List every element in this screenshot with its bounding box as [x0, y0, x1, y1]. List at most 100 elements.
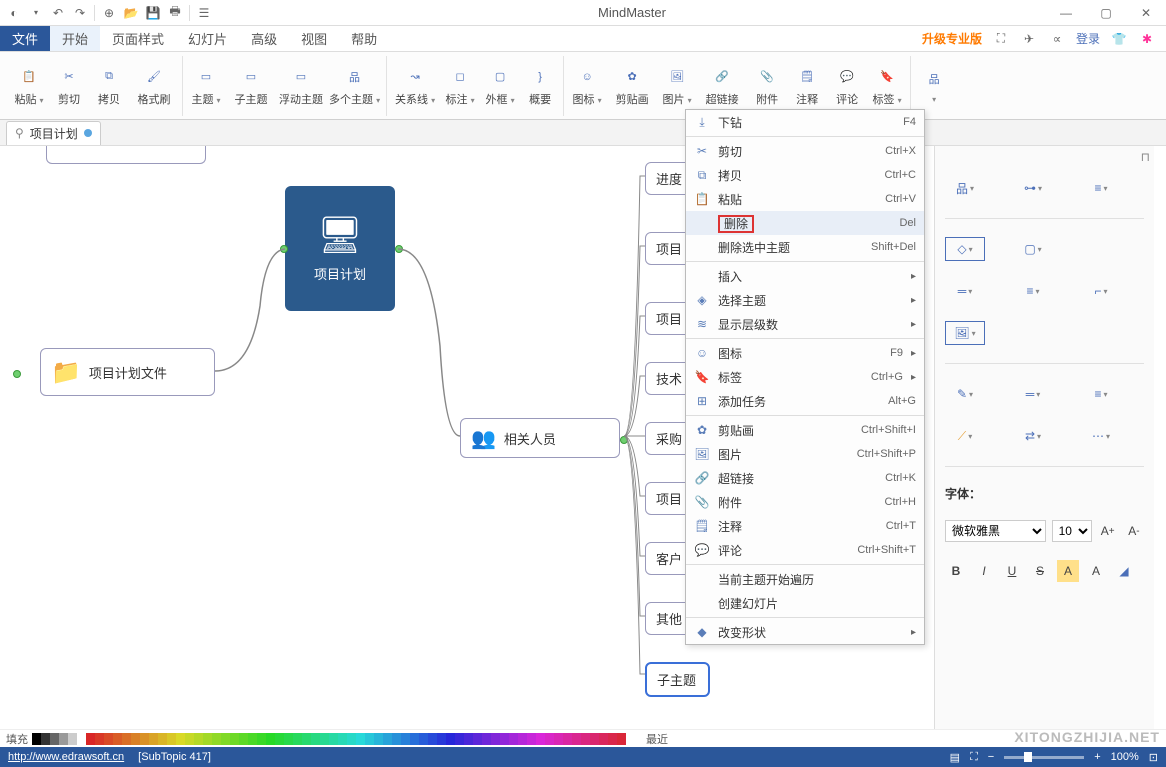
swatch[interactable]: [86, 733, 95, 745]
ctx-剪贴画[interactable]: ✿剪贴画Ctrl+Shift+I: [686, 418, 924, 442]
ribbon-标注[interactable]: ◻标注 ▾: [443, 65, 477, 107]
swatch[interactable]: [482, 733, 491, 745]
fill-color-button[interactable]: ◢: [1113, 560, 1135, 582]
layout-icon[interactable]: 品▾: [945, 176, 985, 200]
ribbon-图片[interactable]: 🖼图片 ▾: [660, 65, 694, 107]
swatch[interactable]: [122, 733, 131, 745]
ribbon-附件[interactable]: 📎附件: [750, 65, 784, 107]
ctx-选择主题[interactable]: ◈选择主题▸: [686, 288, 924, 312]
connector-dot[interactable]: [13, 370, 21, 378]
swatch[interactable]: [563, 733, 572, 745]
swatch[interactable]: [194, 733, 203, 745]
shape-icon[interactable]: ◇▾: [945, 237, 985, 261]
node-subtopic-selected[interactable]: 子主题: [645, 662, 710, 697]
ctx-粘贴[interactable]: 📋粘贴Ctrl+V: [686, 187, 924, 211]
undo-icon[interactable]: ↶: [48, 3, 68, 23]
zoom-slider[interactable]: [1004, 756, 1084, 759]
swatch[interactable]: [338, 733, 347, 745]
ribbon-拷贝[interactable]: ⧉拷贝: [92, 65, 126, 107]
tab-start[interactable]: 开始: [50, 26, 100, 51]
fullscreen-icon[interactable]: ⛶: [970, 751, 978, 764]
ctx-下钻[interactable]: ⤓下钻F4: [686, 110, 924, 134]
swatch[interactable]: [32, 733, 41, 745]
ctx-超链接[interactable]: 🔗超链接Ctrl+K: [686, 466, 924, 490]
swatch[interactable]: [374, 733, 383, 745]
qat-dd-icon[interactable]: ▾: [26, 3, 46, 23]
swatch[interactable]: [356, 733, 365, 745]
swatch[interactable]: [599, 733, 608, 745]
swatch[interactable]: [248, 733, 257, 745]
ribbon-剪贴画[interactable]: ✿剪贴画: [610, 65, 654, 107]
swatch[interactable]: [473, 733, 482, 745]
increase-font-button[interactable]: A+: [1098, 520, 1118, 542]
corner-icon[interactable]: ⌐▾: [1081, 279, 1121, 303]
swatch[interactable]: [221, 733, 230, 745]
ctx-附件[interactable]: 📎附件Ctrl+H: [686, 490, 924, 514]
ribbon-子主题[interactable]: ▭子主题: [229, 65, 273, 107]
font-family-select[interactable]: 微软雅黑: [945, 520, 1046, 542]
swatch[interactable]: [554, 733, 563, 745]
swatch[interactable]: [77, 733, 86, 745]
swatch[interactable]: [500, 733, 509, 745]
swatch[interactable]: [464, 733, 473, 745]
swatch[interactable]: [266, 733, 275, 745]
ribbon-超链接[interactable]: 🔗超链接: [700, 65, 744, 107]
doc-tab[interactable]: ⚲ 项目计划: [6, 121, 101, 145]
swatch[interactable]: [608, 733, 617, 745]
strike-button[interactable]: S: [1029, 560, 1051, 582]
swatch[interactable]: [392, 733, 401, 745]
ribbon-评论[interactable]: 💬评论: [830, 65, 864, 107]
curve-icon[interactable]: ⟋▾: [945, 424, 985, 448]
ribbon-标签[interactable]: 🔖标签 ▾: [870, 65, 904, 107]
globe-icon[interactable]: ◐: [4, 3, 24, 23]
ribbon-关系线[interactable]: ↝关系线 ▾: [393, 65, 437, 107]
swatch[interactable]: [410, 733, 419, 745]
border-weight-icon[interactable]: ≡▾: [1013, 279, 1053, 303]
swatch[interactable]: [239, 733, 248, 745]
node-main[interactable]: 🖥 项目计划: [285, 186, 395, 311]
node-partial-top[interactable]: [46, 146, 206, 164]
ctx-图片[interactable]: 🖼图片Ctrl+Shift+P: [686, 442, 924, 466]
ribbon-概要[interactable]: }概要: [523, 65, 557, 107]
swatch[interactable]: [59, 733, 68, 745]
swatch[interactable]: [509, 733, 518, 745]
fit-icon[interactable]: ⊡: [1149, 751, 1158, 764]
border-line-icon[interactable]: ═▾: [945, 279, 985, 303]
font-size-select[interactable]: 10: [1052, 520, 1092, 542]
swatch[interactable]: [329, 733, 338, 745]
swatch[interactable]: [212, 733, 221, 745]
zoom-in-button[interactable]: +: [1094, 751, 1100, 763]
swatch[interactable]: [176, 733, 185, 745]
swatch[interactable]: [419, 733, 428, 745]
connector-dot[interactable]: [280, 245, 288, 253]
swatch[interactable]: [383, 733, 392, 745]
ctx-删除选中主题[interactable]: 删除选中主题Shift+Del: [686, 235, 924, 259]
swatch[interactable]: [401, 733, 410, 745]
line-weight-icon[interactable]: ≡▾: [1081, 382, 1121, 406]
swatch[interactable]: [41, 733, 50, 745]
node-root[interactable]: 📁 项目计划文件: [40, 348, 215, 396]
ribbon-注释[interactable]: 🗒注释: [790, 65, 824, 107]
swatch[interactable]: [50, 733, 59, 745]
save-icon[interactable]: 💾: [143, 3, 163, 23]
ctx-显示层级数[interactable]: ≋显示层级数▸: [686, 312, 924, 336]
swatch[interactable]: [527, 733, 536, 745]
swatch[interactable]: [581, 733, 590, 745]
login-link[interactable]: 登录: [1076, 30, 1100, 47]
ribbon-多个主题[interactable]: 品多个主题 ▾: [329, 65, 380, 107]
send-icon[interactable]: ✈: [1020, 30, 1038, 48]
swatch[interactable]: [113, 733, 122, 745]
ctx-当前主题开始遍历[interactable]: 当前主题开始遍历: [686, 567, 924, 591]
swatch[interactable]: [185, 733, 194, 745]
connector-dot[interactable]: [395, 245, 403, 253]
ctx-改变形状[interactable]: ◆改变形状▸: [686, 620, 924, 644]
close-button[interactable]: ✕: [1126, 0, 1166, 26]
swatch[interactable]: [590, 733, 599, 745]
swatch[interactable]: [140, 733, 149, 745]
tab-slides[interactable]: 幻灯片: [176, 26, 239, 51]
ctx-插入[interactable]: 插入▸: [686, 264, 924, 288]
upgrade-link[interactable]: 升级专业版: [922, 30, 982, 47]
swatch[interactable]: [518, 733, 527, 745]
ribbon-浮动主题[interactable]: ▭浮动主题: [279, 65, 323, 107]
swatch[interactable]: [275, 733, 284, 745]
